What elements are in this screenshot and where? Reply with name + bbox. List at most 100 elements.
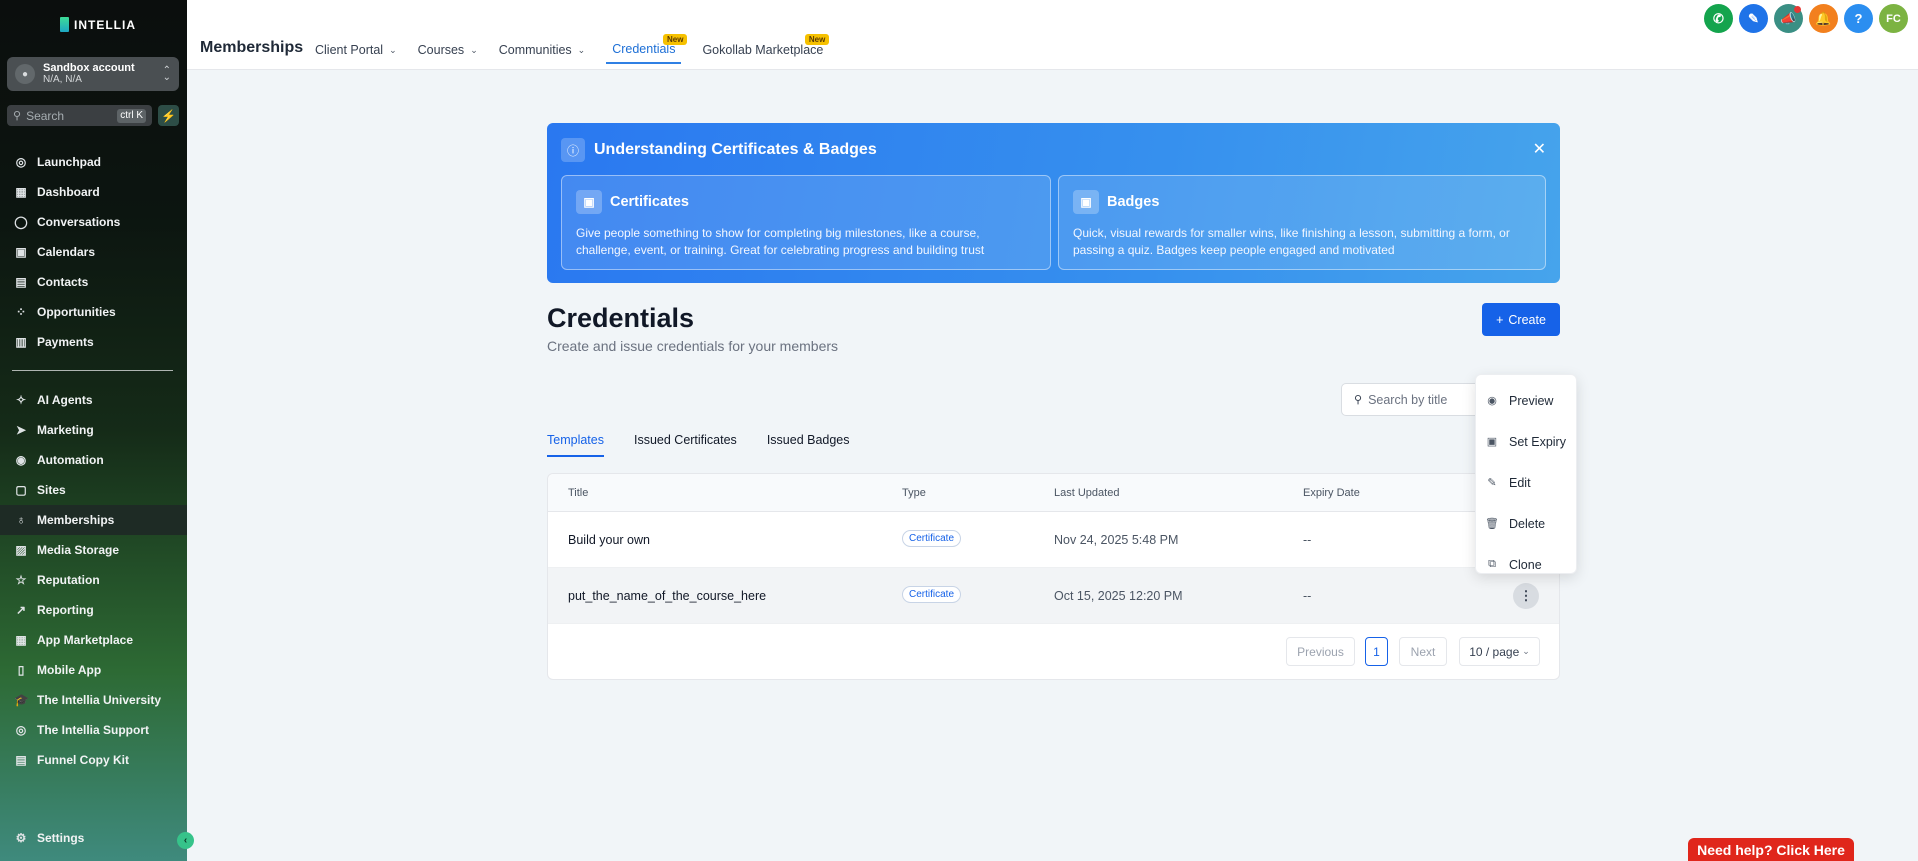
sidebar-item-the-intellia-university[interactable]: 🎓 The Intellia University — [0, 685, 187, 715]
new-badge: New — [804, 34, 830, 45]
document-icon: ▤ — [15, 753, 27, 767]
sidebar-item-settings[interactable]: ⚙ Settings — [0, 823, 187, 853]
avatar[interactable]: FC — [1879, 4, 1908, 33]
sidebar-item-label: Media Storage — [37, 543, 120, 557]
sidebar-item-label: Settings — [37, 831, 85, 845]
logo-mark-icon — [60, 17, 69, 32]
table-row[interactable]: put_the_name_of_the_course_here Certific… — [548, 568, 1559, 624]
sidebar-item-marketing[interactable]: ➤ Marketing — [0, 415, 187, 445]
sidebar-item-app-marketplace[interactable]: ▦ App Marketplace — [0, 625, 187, 655]
tab-issued-certificates[interactable]: Issued Certificates — [634, 433, 737, 457]
sidebar-item-contacts[interactable]: ▤ Contacts — [0, 267, 187, 297]
sidebar-item-opportunities[interactable]: ⁘ Opportunities — [0, 297, 187, 327]
row-title[interactable]: put_the_name_of_the_course_here — [568, 589, 766, 603]
menu-item-label: Set Expiry — [1509, 434, 1566, 449]
sidebar-item-sites[interactable]: ▢ Sites — [0, 475, 187, 505]
card-title: Badges — [1107, 194, 1160, 210]
pencil-icon: ✎ — [1487, 477, 1497, 489]
shortcut-badge: ctrl K — [117, 108, 146, 123]
reporting-icon: ↗ — [15, 603, 27, 617]
create-button[interactable]: + Create — [1482, 303, 1560, 336]
certificates-card: ▣ Certificates Give people something to … — [561, 175, 1051, 270]
tab-gokollab-marketplace[interactable]: Gokollab Marketplace New — [702, 34, 830, 64]
sidebar-search[interactable]: ⚲ Search ctrl K — [7, 105, 152, 126]
tab-courses[interactable]: Courses ⌄ — [418, 36, 478, 64]
sidebar-item-media-storage[interactable]: ▨ Media Storage — [0, 535, 187, 565]
account-name: Sandbox account — [43, 62, 135, 74]
university-icon: 🎓 — [14, 693, 29, 707]
launchpad-icon: ◎ — [15, 155, 27, 169]
sidebar-item-label: Marketing — [37, 423, 94, 437]
help-button[interactable]: Need help? Click Here — [1688, 838, 1854, 861]
sidebar-item-automation[interactable]: ◉ Automation — [0, 445, 187, 475]
type-badge: Certificate — [902, 530, 962, 547]
quick-action-bolt-icon[interactable]: ⚡ — [158, 105, 179, 126]
logo[interactable]: INTELLIA — [60, 17, 136, 32]
tab-templates[interactable]: Templates — [547, 433, 604, 457]
page-size-value: 10 / page — [1469, 644, 1520, 659]
sidebar-item-launchpad[interactable]: ◎ Launchpad — [0, 147, 187, 177]
sidebar-item-mobile-app[interactable]: ▯ Mobile App — [0, 655, 187, 685]
page-section-title: Memberships — [200, 39, 304, 56]
menu-item-label: Edit — [1509, 475, 1531, 490]
tab-communities[interactable]: Communities ⌄ — [499, 36, 585, 64]
mobile-icon: ▯ — [17, 663, 25, 677]
megaphone-icon[interactable]: 📣 — [1774, 4, 1803, 33]
menu-item-delete[interactable]: 🗑 Delete — [1476, 503, 1576, 544]
bell-icon[interactable]: 🔔 — [1809, 4, 1838, 33]
help-icon[interactable]: ? — [1844, 4, 1873, 33]
sidebar-item-dashboard[interactable]: ▦ Dashboard — [0, 177, 187, 207]
page-size-select[interactable]: 10 / page ⌄ — [1459, 637, 1540, 666]
search-input[interactable]: ⚲ Search by title — [1341, 383, 1481, 416]
sidebar-item-label: Contacts — [37, 275, 89, 289]
sidebar-item-conversations[interactable]: ◯ Conversations — [0, 207, 187, 237]
tab-label: Gokollab Marketplace — [702, 43, 824, 57]
page-number-button[interactable]: 1 — [1365, 637, 1388, 666]
previous-page-button[interactable]: Previous — [1286, 637, 1355, 666]
column-type: Type — [902, 487, 926, 499]
info-icon: ⓘ — [561, 138, 585, 162]
table-row[interactable]: Build your own Certificate Nov 24, 2025 … — [548, 512, 1559, 568]
gear-icon: ⚙ — [15, 831, 27, 845]
menu-item-set-expiry[interactable]: ▣ Set Expiry — [1476, 421, 1576, 462]
sidebar-item-funnel-copy-kit[interactable]: ▤ Funnel Copy Kit — [0, 745, 187, 775]
sidebar-search-placeholder: Search — [26, 108, 65, 123]
sidebar-item-label: AI Agents — [37, 393, 93, 407]
tab-credentials[interactable]: Credentials New — [606, 34, 688, 64]
sidebar-item-label: Memberships — [37, 513, 115, 527]
sidebar-item-label: Conversations — [37, 215, 121, 229]
card-title: Certificates — [610, 194, 689, 210]
account-switcher[interactable]: ● Sandbox account N/A, N/A ⌃ ⌄ — [7, 57, 179, 91]
sidebar-item-calendars[interactable]: ▣ Calendars — [0, 237, 187, 267]
phone-icon[interactable]: ✆ — [1704, 4, 1733, 33]
sidebar-item-memberships[interactable]: ♁ Memberships — [0, 505, 187, 535]
row-title[interactable]: Build your own — [568, 533, 650, 547]
collapse-sidebar-icon[interactable]: ‹ — [177, 832, 194, 849]
tab-issued-badges[interactable]: Issued Badges — [767, 433, 850, 457]
calendar-icon: ▣ — [15, 245, 27, 259]
tab-client-portal[interactable]: Client Portal ⌄ — [315, 36, 397, 64]
top-tabs: Client Portal ⌄ Courses ⌄ Communities ⌄ Creden… — [315, 34, 844, 69]
menu-item-clone[interactable]: ⧉ Clone — [1476, 544, 1576, 585]
magic-icon[interactable]: ✎ — [1739, 4, 1768, 33]
more-options-icon[interactable]: ⋮ — [1513, 583, 1539, 609]
sidebar-item-payments[interactable]: ▥ Payments — [0, 327, 187, 357]
next-page-button[interactable]: Next — [1399, 637, 1447, 666]
menu-item-preview[interactable]: ◉ Preview — [1476, 380, 1576, 421]
sidebar-item-label: Funnel Copy Kit — [37, 753, 129, 767]
row-expiry: -- — [1303, 533, 1312, 547]
payments-icon: ▥ — [15, 335, 27, 349]
sidebar-item-ai-agents[interactable]: ✧ AI Agents — [0, 385, 187, 415]
certificate-icon: ▣ — [576, 190, 602, 214]
sidebar-item-reporting[interactable]: ↗ Reporting — [0, 595, 187, 625]
column-expiry-date: Expiry Date — [1303, 487, 1360, 499]
sidebar-item-label: Payments — [37, 335, 94, 349]
close-icon[interactable]: ✕ — [1533, 139, 1546, 159]
opportunities-icon: ⁘ — [15, 305, 27, 319]
menu-item-edit[interactable]: ✎ Edit — [1476, 462, 1576, 503]
trash-icon: 🗑 — [1485, 518, 1499, 530]
sidebar-item-reputation[interactable]: ☆ Reputation — [0, 565, 187, 595]
sidebar-item-label: The Intellia University — [37, 693, 162, 707]
sidebar-divider — [12, 370, 173, 371]
sidebar-item-the-intellia-support[interactable]: ◎ The Intellia Support — [0, 715, 187, 745]
